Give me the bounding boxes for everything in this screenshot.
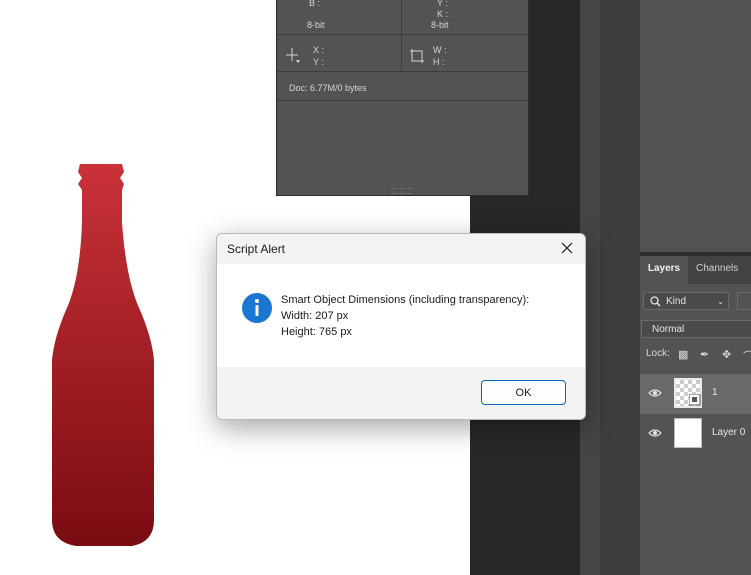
info-bit-right: 8-bit	[431, 20, 449, 30]
filter-kind-label: Kind	[666, 296, 687, 307]
panel-dock	[600, 0, 640, 575]
pasteboard-top	[527, 0, 580, 195]
tab-layers[interactable]: Layers	[640, 256, 688, 284]
info-b-label: B :	[309, 0, 321, 8]
layer-row-1[interactable]: 1	[640, 374, 751, 414]
search-icon	[650, 296, 661, 307]
layers-panel: Layers Channels Kind ⌄ Normal Lock: ▩ ✒ …	[640, 256, 751, 575]
layers-panel-tabs: Layers Channels	[640, 256, 751, 284]
crosshair-icon	[286, 48, 300, 63]
info-divider-2	[277, 71, 528, 72]
lock-label: Lock:	[646, 348, 670, 359]
script-alert-dialog: Script Alert Smart Object Dimensions (in…	[216, 233, 586, 420]
bottle-silhouette	[52, 164, 154, 546]
lock-transparency-icon[interactable]: ▩	[678, 348, 688, 361]
blend-mode-select[interactable]: Normal	[641, 320, 751, 338]
lock-artboard-icon[interactable]: ⌒	[743, 348, 751, 364]
dialog-body: Smart Object Dimensions (including trans…	[217, 264, 585, 367]
dialog-message: Smart Object Dimensions (including trans…	[281, 292, 529, 340]
message-line-2: Width: 207 px	[281, 310, 349, 322]
chevron-down-icon: ⌄	[717, 297, 724, 306]
info-bit-left: 8-bit	[307, 20, 325, 30]
dialog-title: Script Alert	[227, 242, 286, 256]
smart-object-icon	[689, 394, 701, 406]
panel-resize-handle[interactable]	[391, 188, 413, 194]
lock-move-icon[interactable]: ✥	[722, 348, 731, 361]
info-vertical-divider	[401, 0, 402, 70]
info-panel: B : Y : K : 8-bit 8-bit X : Y : W : H : …	[276, 0, 529, 196]
info-k-label: K :	[437, 9, 449, 19]
layer-name: Layer 0	[712, 427, 746, 438]
eye-icon[interactable]	[648, 428, 662, 438]
message-line-1: Smart Object Dimensions (including trans…	[281, 294, 530, 306]
info-icon	[242, 293, 272, 323]
info-divider-3	[277, 100, 528, 101]
info-y2-label: Y :	[313, 57, 324, 67]
dialog-titlebar[interactable]: Script Alert	[217, 234, 585, 264]
eye-icon[interactable]	[648, 388, 662, 398]
dialog-footer: OK	[217, 367, 585, 419]
info-y-label: Y :	[437, 0, 448, 8]
ok-button[interactable]: OK	[481, 380, 566, 405]
layer-thumbnail	[674, 418, 702, 448]
info-x-label: X :	[313, 45, 325, 55]
lock-brush-icon[interactable]: ✒	[700, 348, 709, 361]
message-line-3: Height: 765 px	[281, 326, 352, 338]
doc-size-info: Doc: 6.77M/0 bytes	[289, 83, 367, 93]
info-w-label: W :	[433, 45, 447, 55]
layer-name: 1	[712, 387, 718, 398]
layer-row-0[interactable]: Layer 0	[640, 414, 751, 454]
layer-thumbnail	[674, 378, 702, 408]
upper-panel	[640, 0, 751, 252]
info-divider	[277, 34, 528, 35]
image-filter-icon[interactable]	[737, 292, 751, 310]
selection-size-icon	[410, 49, 424, 63]
info-h-label: H :	[433, 57, 445, 67]
close-icon[interactable]	[557, 238, 577, 258]
filter-kind-dropdown[interactable]: Kind ⌄	[643, 292, 729, 310]
tab-channels[interactable]: Channels	[696, 256, 738, 284]
